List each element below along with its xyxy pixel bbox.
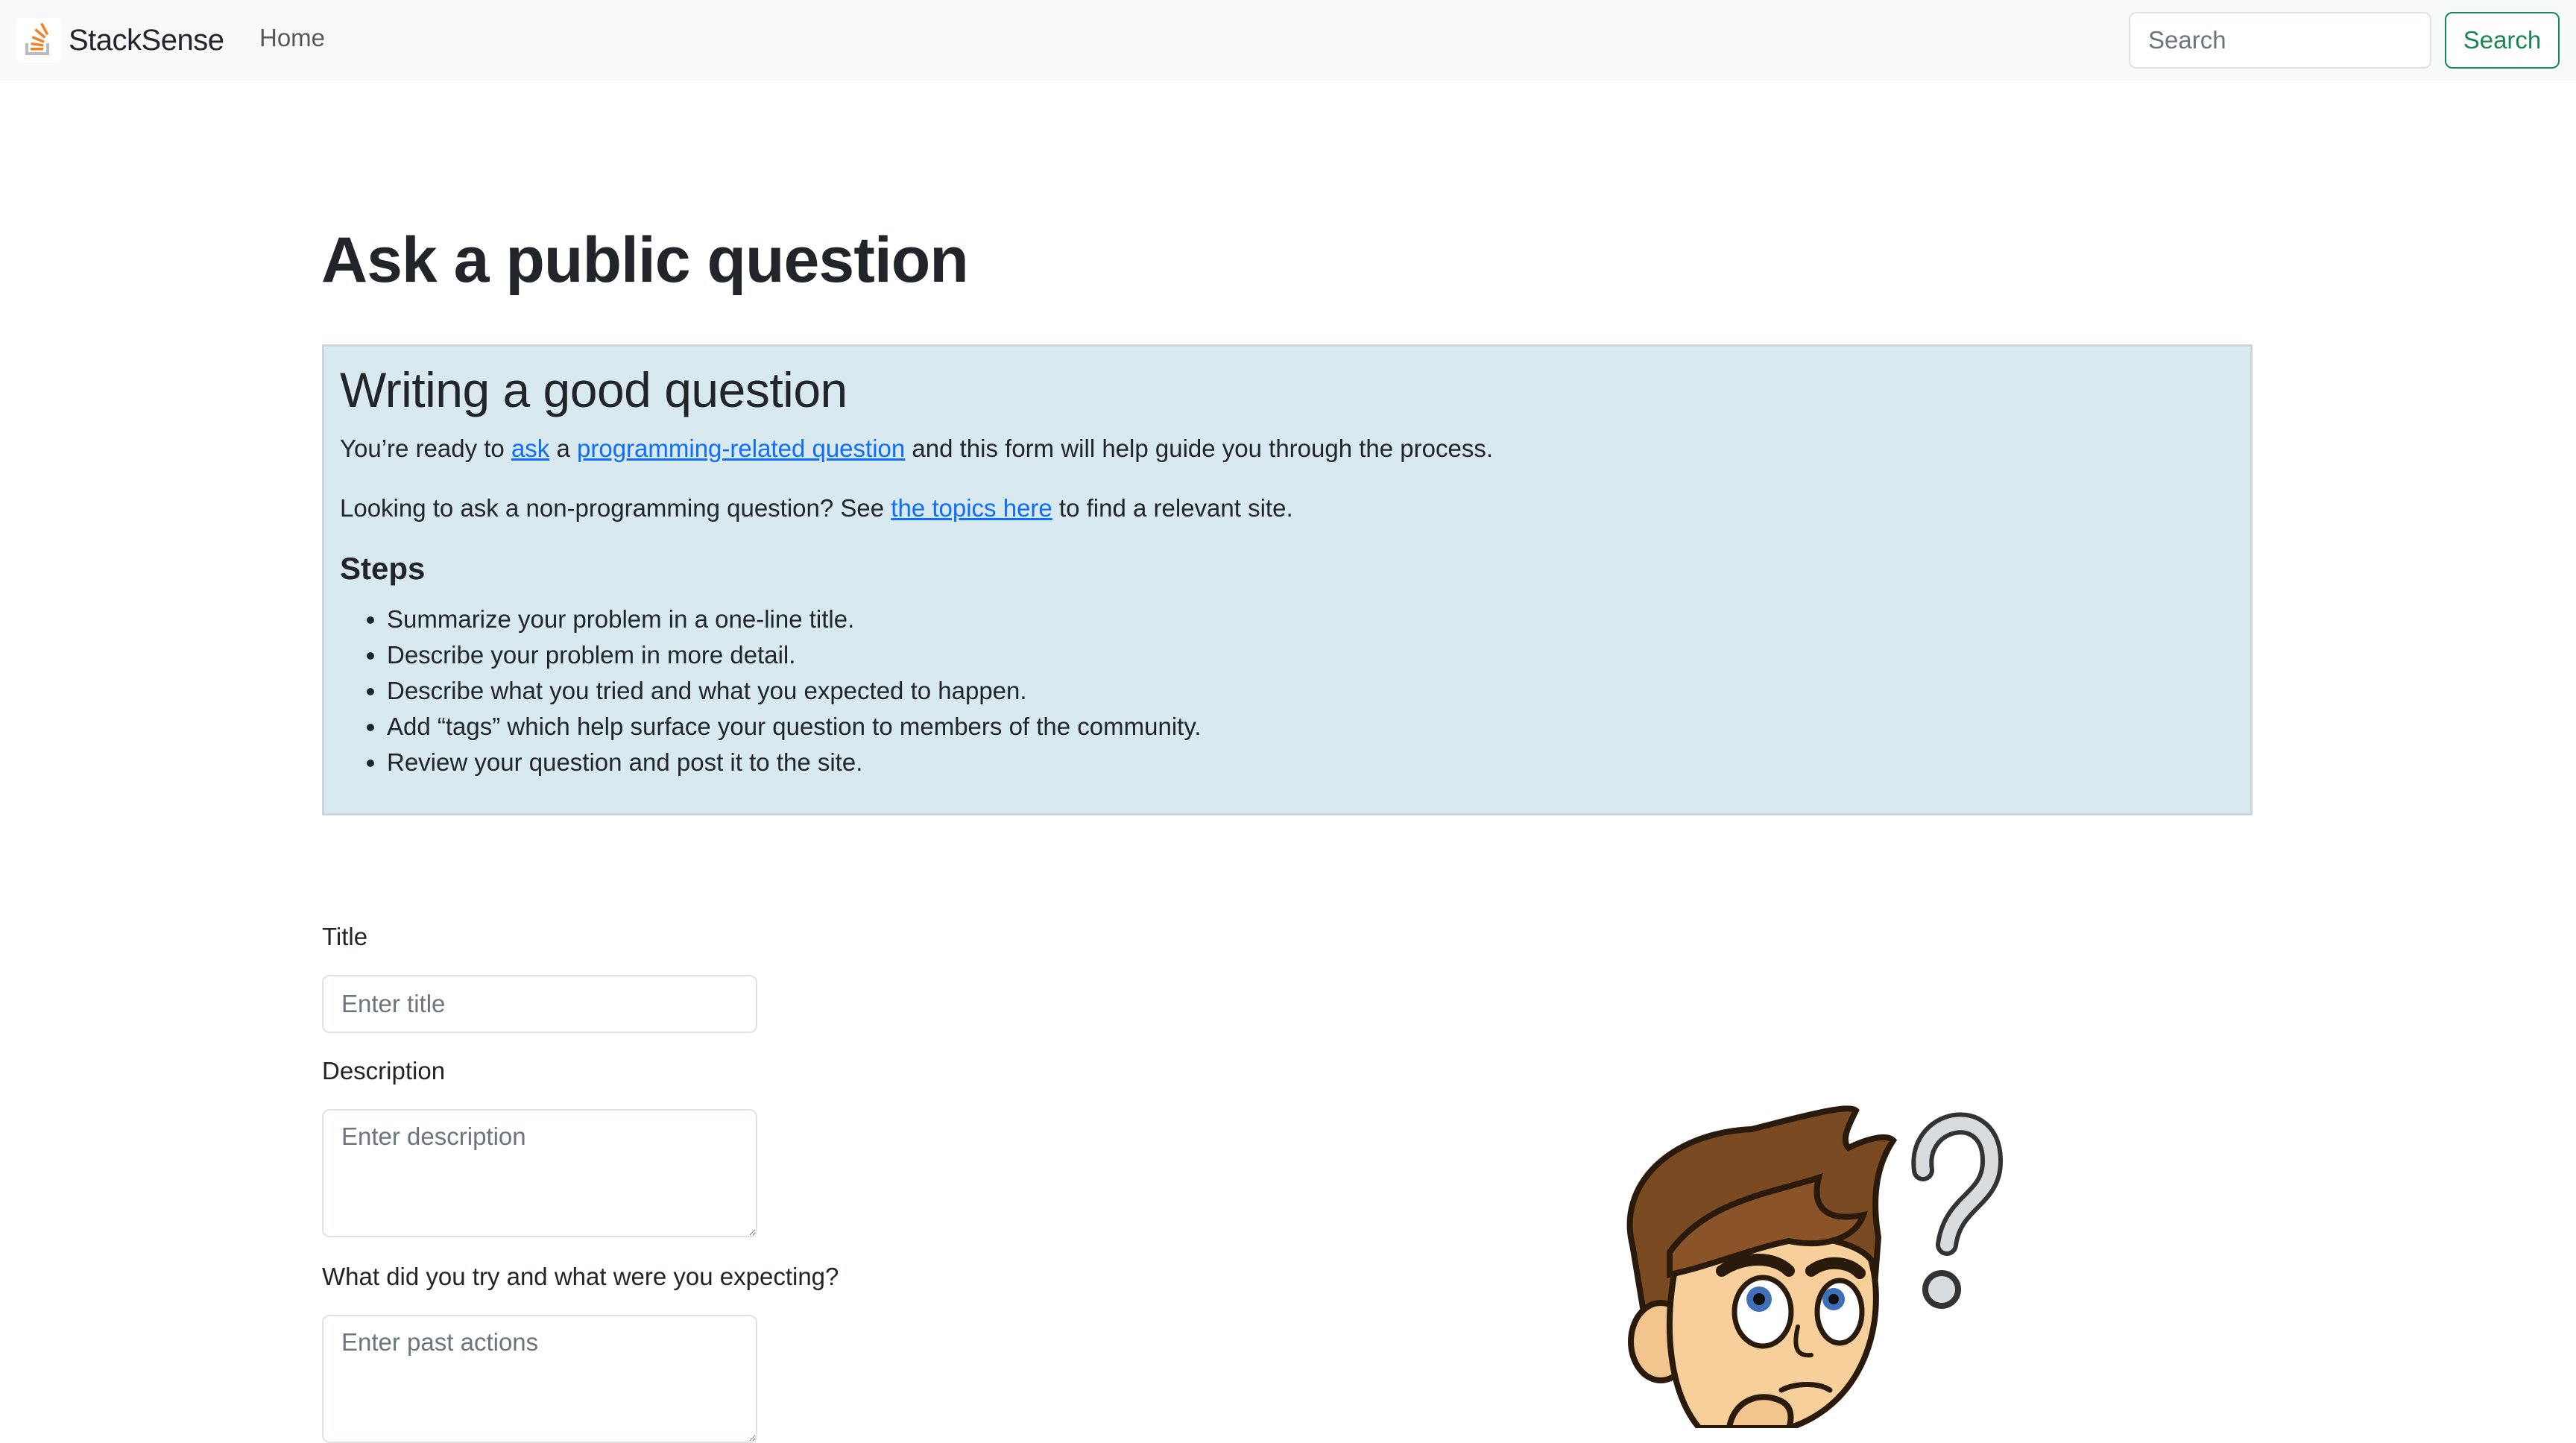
- title-label: Title: [322, 923, 368, 950]
- thinking-man-icon: [1626, 1105, 2003, 1428]
- navbar: StackSense Home Search: [0, 0, 2576, 80]
- question-mark-icon: [1911, 1112, 2003, 1309]
- steps-title: Steps: [340, 551, 426, 586]
- guide-non-programming: Looking to ask a non-programming questio…: [340, 494, 1293, 522]
- past-actions-label: What did you try and what were you expec…: [322, 1263, 839, 1290]
- steps-list: Summarize your problem in a one-line tit…: [387, 601, 1202, 780]
- title-input[interactable]: [322, 975, 757, 1033]
- description-textarea[interactable]: [322, 1109, 757, 1237]
- step-item: Describe what you tried and what you exp…: [387, 673, 1202, 709]
- search-button[interactable]: Search: [2445, 12, 2560, 69]
- guide-box: Writing a good question You’re ready to …: [322, 344, 2253, 815]
- step-item: Summarize your problem in a one-line tit…: [387, 601, 1202, 637]
- step-item: Review your question and post it to the …: [387, 745, 1202, 780]
- page-title: Ask a public question: [321, 224, 969, 296]
- guide-np-text-2: to find a relevant site.: [1052, 494, 1293, 522]
- nav-home-link[interactable]: Home: [259, 24, 325, 52]
- ask-link[interactable]: ask: [511, 435, 549, 462]
- topics-link[interactable]: the topics here: [891, 494, 1052, 522]
- guide-intro-text-3: and this form will help guide you throug…: [905, 435, 1494, 462]
- description-label: Description: [322, 1057, 446, 1084]
- guide-intro-text-1: You’re ready to: [340, 435, 511, 462]
- programming-question-link[interactable]: programming-related question: [577, 435, 905, 462]
- step-item: Add “tags” which help surface your quest…: [387, 709, 1202, 745]
- guide-intro: You’re ready to ask a programming-relate…: [340, 435, 1493, 463]
- brand-name: StackSense: [69, 23, 224, 57]
- search-input[interactable]: [2129, 12, 2431, 69]
- guide-title: Writing a good question: [340, 362, 847, 417]
- guide-np-text-1: Looking to ask a non-programming questio…: [340, 494, 891, 522]
- past-actions-textarea[interactable]: [322, 1315, 757, 1443]
- stack-logo-icon: [16, 18, 61, 63]
- step-item: Describe your problem in more detail.: [387, 637, 1202, 673]
- guide-intro-text-2: a: [549, 435, 577, 462]
- brand-link[interactable]: StackSense: [16, 16, 224, 64]
